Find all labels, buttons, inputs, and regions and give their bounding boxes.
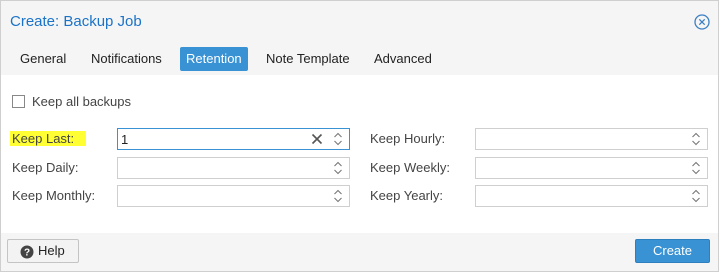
tab-bar: General Notifications Retention Note Tem…: [1, 43, 718, 76]
help-button-label: Help: [38, 243, 65, 258]
keep-yearly-label: Keep Yearly:: [370, 188, 444, 203]
dialog-footer: ? Help Create: [1, 233, 718, 271]
keep-weekly-input[interactable]: [479, 159, 649, 177]
svg-text:?: ?: [24, 248, 30, 259]
keep-all-backups-checkbox-row[interactable]: Keep all backups: [12, 93, 131, 109]
up-down-arrows-icon[interactable]: [333, 188, 343, 204]
keep-last-label: Keep Last:: [10, 129, 87, 149]
keep-last-label-text: Keep Last:: [10, 131, 87, 146]
up-down-arrows-icon[interactable]: [691, 131, 701, 147]
up-down-arrows-icon[interactable]: [333, 160, 343, 176]
dialog-title: Create: Backup Job: [10, 13, 142, 30]
tab-notifications[interactable]: Notifications: [85, 47, 168, 71]
keep-daily-label: Keep Daily:: [12, 160, 79, 175]
keep-hourly-input[interactable]: [479, 130, 649, 148]
keep-daily-spinner[interactable]: [117, 157, 350, 179]
keep-all-backups-label: Keep all backups: [32, 93, 132, 109]
keep-hourly-spinner[interactable]: [475, 128, 708, 150]
keep-monthly-spinner[interactable]: [117, 185, 350, 207]
retention-panel: Keep all backups Keep Last: Keep Hourly:: [1, 75, 718, 235]
up-down-arrows-icon[interactable]: [333, 131, 343, 147]
keep-weekly-spinner[interactable]: [475, 157, 708, 179]
help-button[interactable]: ? Help: [7, 239, 79, 263]
clear-x-icon[interactable]: [311, 133, 323, 145]
up-down-arrows-icon[interactable]: [691, 160, 701, 176]
backup-job-dialog: Create: Backup Job General Notifications…: [0, 0, 719, 272]
keep-monthly-input[interactable]: [121, 187, 291, 205]
keep-yearly-input[interactable]: [479, 187, 649, 205]
tab-general[interactable]: General: [14, 47, 72, 71]
tab-advanced[interactable]: Advanced: [368, 47, 438, 71]
keep-all-backups-checkbox[interactable]: [12, 94, 25, 108]
keep-last-spinner[interactable]: [117, 128, 350, 150]
dialog-titlebar: Create: Backup Job: [1, 1, 718, 43]
question-circle-icon: ?: [20, 244, 34, 259]
keep-last-input[interactable]: [121, 130, 291, 148]
tab-retention[interactable]: Retention: [180, 47, 248, 71]
up-down-arrows-icon[interactable]: [691, 188, 701, 204]
keep-yearly-spinner[interactable]: [475, 185, 708, 207]
keep-daily-input[interactable]: [121, 159, 291, 177]
keep-monthly-label: Keep Monthly:: [12, 188, 96, 203]
keep-weekly-label: Keep Weekly:: [370, 160, 450, 175]
keep-hourly-label: Keep Hourly:: [370, 131, 446, 146]
tab-note-template[interactable]: Note Template: [260, 47, 356, 71]
create-button[interactable]: Create: [635, 239, 710, 263]
close-icon[interactable]: [694, 14, 710, 30]
